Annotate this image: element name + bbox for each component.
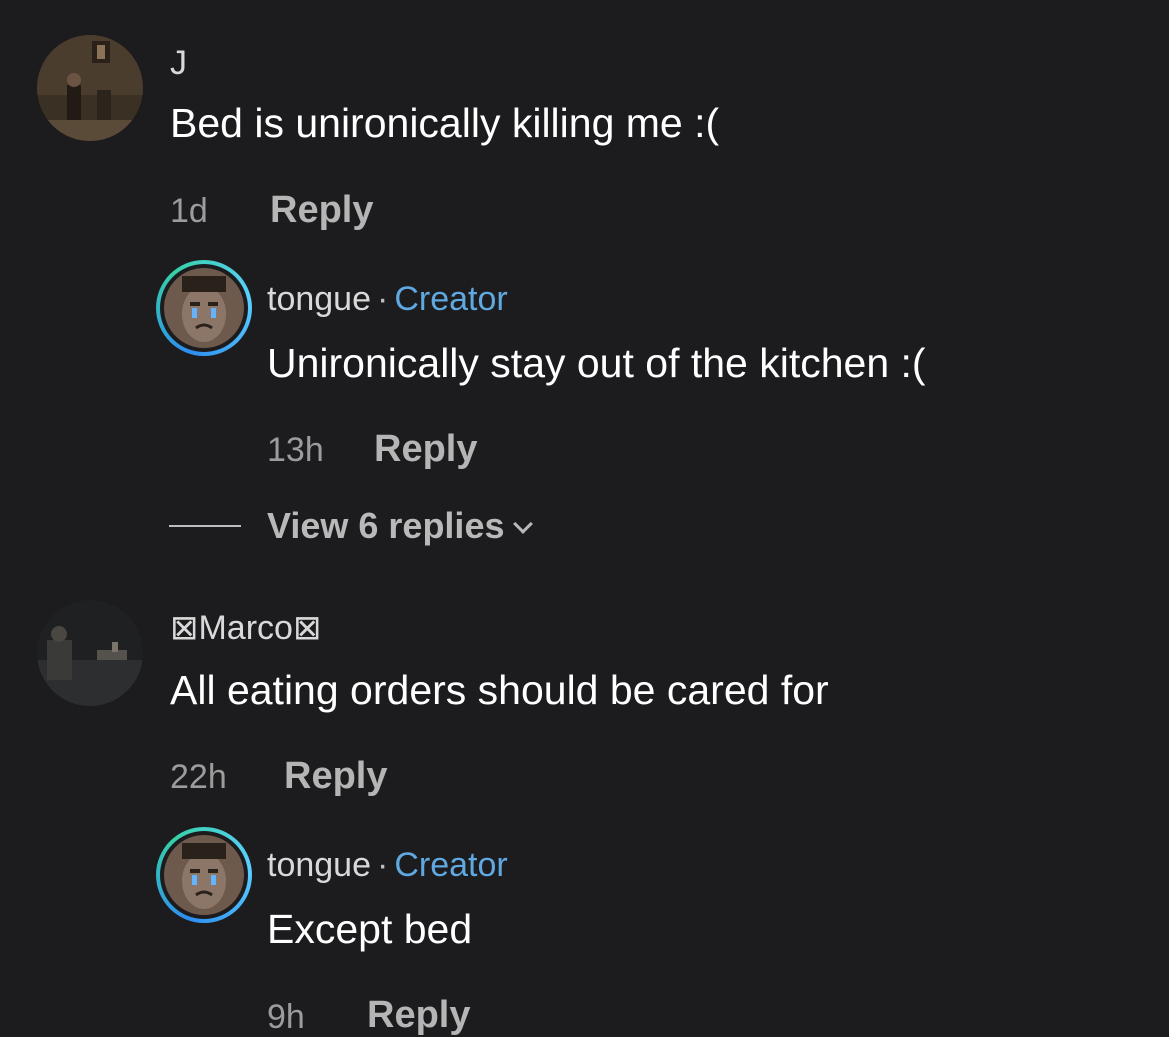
creator-badge: Creator [394,280,508,318]
separator-dot: · [377,280,389,318]
reply-username[interactable]: tongue [267,846,371,884]
reply-button[interactable]: Reply [270,189,373,232]
comment-username[interactable]: J [170,44,187,83]
view-replies-button[interactable]: View 6 replies [267,505,534,547]
comment-time: 1d [170,192,208,230]
comment-time: 22h [170,758,227,796]
reply-button[interactable]: Reply [284,755,387,798]
view-replies-divider [169,525,241,527]
reply-username-line: tongue · Creator [267,280,508,319]
creator-avatar-image [164,835,244,915]
separator-dot: · [377,846,389,884]
creator-avatar[interactable] [156,260,252,356]
reply-time: 13h [267,431,324,469]
view-replies-label: View 6 replies [267,505,505,546]
comment-text: All eating orders should be cared for [170,667,829,713]
comment-username[interactable]: ⊠Marco⊠ [170,608,321,648]
creator-avatar-image [164,268,244,348]
reply-username[interactable]: tongue [267,280,371,318]
reply-time: 9h [267,998,305,1036]
creator-avatar[interactable] [156,827,252,923]
avatar-marco[interactable] [37,600,143,706]
reply-text: Except bed [267,906,473,952]
chevron-down-icon [513,514,534,534]
avatar-j[interactable] [37,35,143,141]
reply-text: Unironically stay out of the kitchen :( [267,340,926,386]
comment-text: Bed is unironically killing me :( [170,100,720,146]
reply-username-line: tongue · Creator [267,846,508,885]
creator-badge: Creator [394,846,508,884]
reply-button[interactable]: Reply [367,994,470,1037]
reply-button[interactable]: Reply [374,428,477,471]
